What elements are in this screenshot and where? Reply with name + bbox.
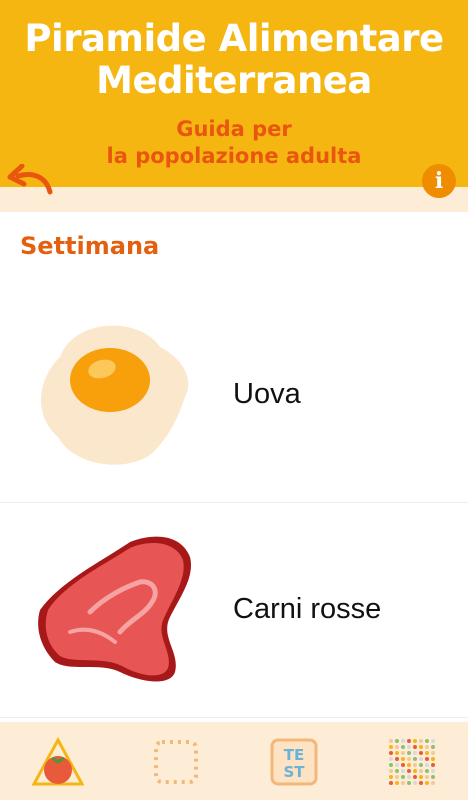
app-title-line2: Mediterranea	[96, 59, 372, 102]
svg-text:TE: TE	[284, 746, 304, 764]
app-subtitle-line2: la popolazione adulta	[106, 144, 362, 168]
nav-dot-grid-icon[interactable]	[386, 736, 438, 788]
app-title-line1: Piramide Alimentare	[24, 17, 444, 60]
app-subtitle-line1: Guida per	[176, 117, 292, 141]
nav-test-icon[interactable]: TE ST	[268, 736, 320, 788]
item-label-carni-rosse: Carni rosse	[233, 593, 382, 625]
header-band	[0, 187, 468, 212]
egg-icon	[30, 287, 200, 502]
section-title: Settimana	[20, 232, 160, 260]
app-header: Piramide Alimentare Mediterranea Guida p…	[0, 0, 468, 187]
list-item-carni-rosse[interactable]: Carni rosse	[0, 502, 468, 718]
nav-dotted-square-icon[interactable]	[150, 736, 202, 788]
app-title: Piramide Alimentare Mediterranea	[0, 18, 468, 102]
nav-pyramid-tomato-icon[interactable]	[31, 736, 85, 788]
info-button[interactable]: i	[422, 164, 456, 198]
info-icon: i	[434, 168, 444, 194]
item-label-uova: Uova	[233, 378, 301, 410]
red-meat-icon	[30, 502, 200, 717]
bottom-nav: TE ST	[0, 722, 468, 800]
back-arrow-icon[interactable]	[6, 163, 54, 196]
list-item-uova[interactable]: Uova	[0, 287, 468, 503]
app-subtitle: Guida per la popolazione adulta	[0, 116, 468, 170]
svg-text:ST: ST	[283, 763, 305, 781]
